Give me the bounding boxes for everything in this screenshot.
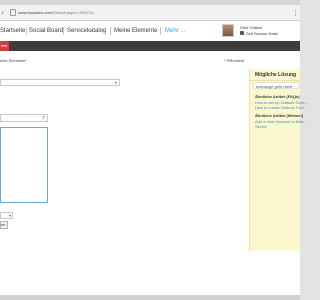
submit-button-label: en bbox=[1, 222, 6, 227]
solution-search-value: exchange geht nicht bbox=[256, 84, 292, 89]
nav-meine-elemente[interactable]: Meine Elemente bbox=[114, 27, 157, 35]
nav-servicekatalog[interactable]: Servicekatalog bbox=[67, 27, 106, 35]
description-textarea[interactable] bbox=[0, 127, 48, 203]
url-host: www.tryswebs.com bbox=[18, 10, 53, 15]
chevron-down-icon: ▾ bbox=[8, 213, 11, 218]
wissen-heading: Ähnliche Artikel (Wissen) bbox=[255, 113, 304, 118]
panel-heading: Mögliche Lösung bbox=[255, 72, 297, 78]
url-path: /Default.aspx?=999213... bbox=[52, 10, 97, 15]
submit-button[interactable]: en bbox=[0, 221, 8, 229]
nav-mehr[interactable]: Mehr ... bbox=[165, 27, 185, 35]
browser-address-bar[interactable]: ‹ www.tryswebs.com/Default.aspx?=999213.… bbox=[0, 5, 300, 21]
nav-separator bbox=[160, 27, 161, 35]
nav-startseite[interactable]: Startseite bbox=[0, 27, 25, 35]
tab-active[interactable]: eite bbox=[0, 41, 9, 51]
nav-separator bbox=[26, 27, 27, 35]
faq-link[interactable]: How to create Outlook Fold... bbox=[255, 105, 307, 110]
app-header: Startseite Social Board Servicekatalog M… bbox=[0, 21, 300, 41]
nav-separator bbox=[110, 27, 111, 35]
category-select[interactable]: ▾ bbox=[0, 79, 120, 86]
panel-divider bbox=[250, 80, 301, 81]
tab-active-label: eite bbox=[1, 43, 8, 48]
nav-separator bbox=[63, 27, 64, 35]
faq-heading: Ähnliche Artikel (FAQs) bbox=[255, 94, 300, 99]
main-content: eine Elemente" * Pflichtfeld ▾ ⌕ ▾ en Mö… bbox=[0, 51, 308, 295]
back-arrow-icon[interactable]: ‹ bbox=[1, 8, 9, 18]
more-vertical-icon[interactable]: ⋮ bbox=[292, 9, 299, 17]
required-field-note: * Pflichtfeld bbox=[224, 58, 245, 63]
note-icon bbox=[240, 31, 244, 35]
self-service-link[interactable]: Self Service-Notiz bbox=[246, 31, 278, 36]
lock-icon bbox=[10, 9, 16, 16]
search-icon[interactable]: ⌕ bbox=[42, 114, 49, 122]
search-input[interactable] bbox=[0, 114, 48, 122]
solution-search-field[interactable]: exchange geht nicht bbox=[253, 82, 299, 89]
solution-panel: Mögliche Lösung exchange geht nicht Ähnl… bbox=[249, 69, 308, 251]
breadcrumb: eine Elemente" bbox=[0, 58, 27, 63]
avatar[interactable] bbox=[222, 24, 234, 37]
chevron-down-icon: ▾ bbox=[114, 80, 117, 85]
tab-bar: eite bbox=[0, 41, 300, 51]
user-name[interactable]: Götz Güttich bbox=[240, 25, 262, 30]
priority-select[interactable]: ▾ bbox=[0, 212, 13, 219]
address-text[interactable]: www.tryswebs.com/Default.aspx?=999213... bbox=[18, 8, 97, 18]
bottom-scrollbar[interactable] bbox=[0, 295, 300, 300]
wissen-link-continued[interactable]: Server bbox=[255, 124, 267, 129]
nav-social-board[interactable]: Social Board bbox=[29, 27, 63, 35]
